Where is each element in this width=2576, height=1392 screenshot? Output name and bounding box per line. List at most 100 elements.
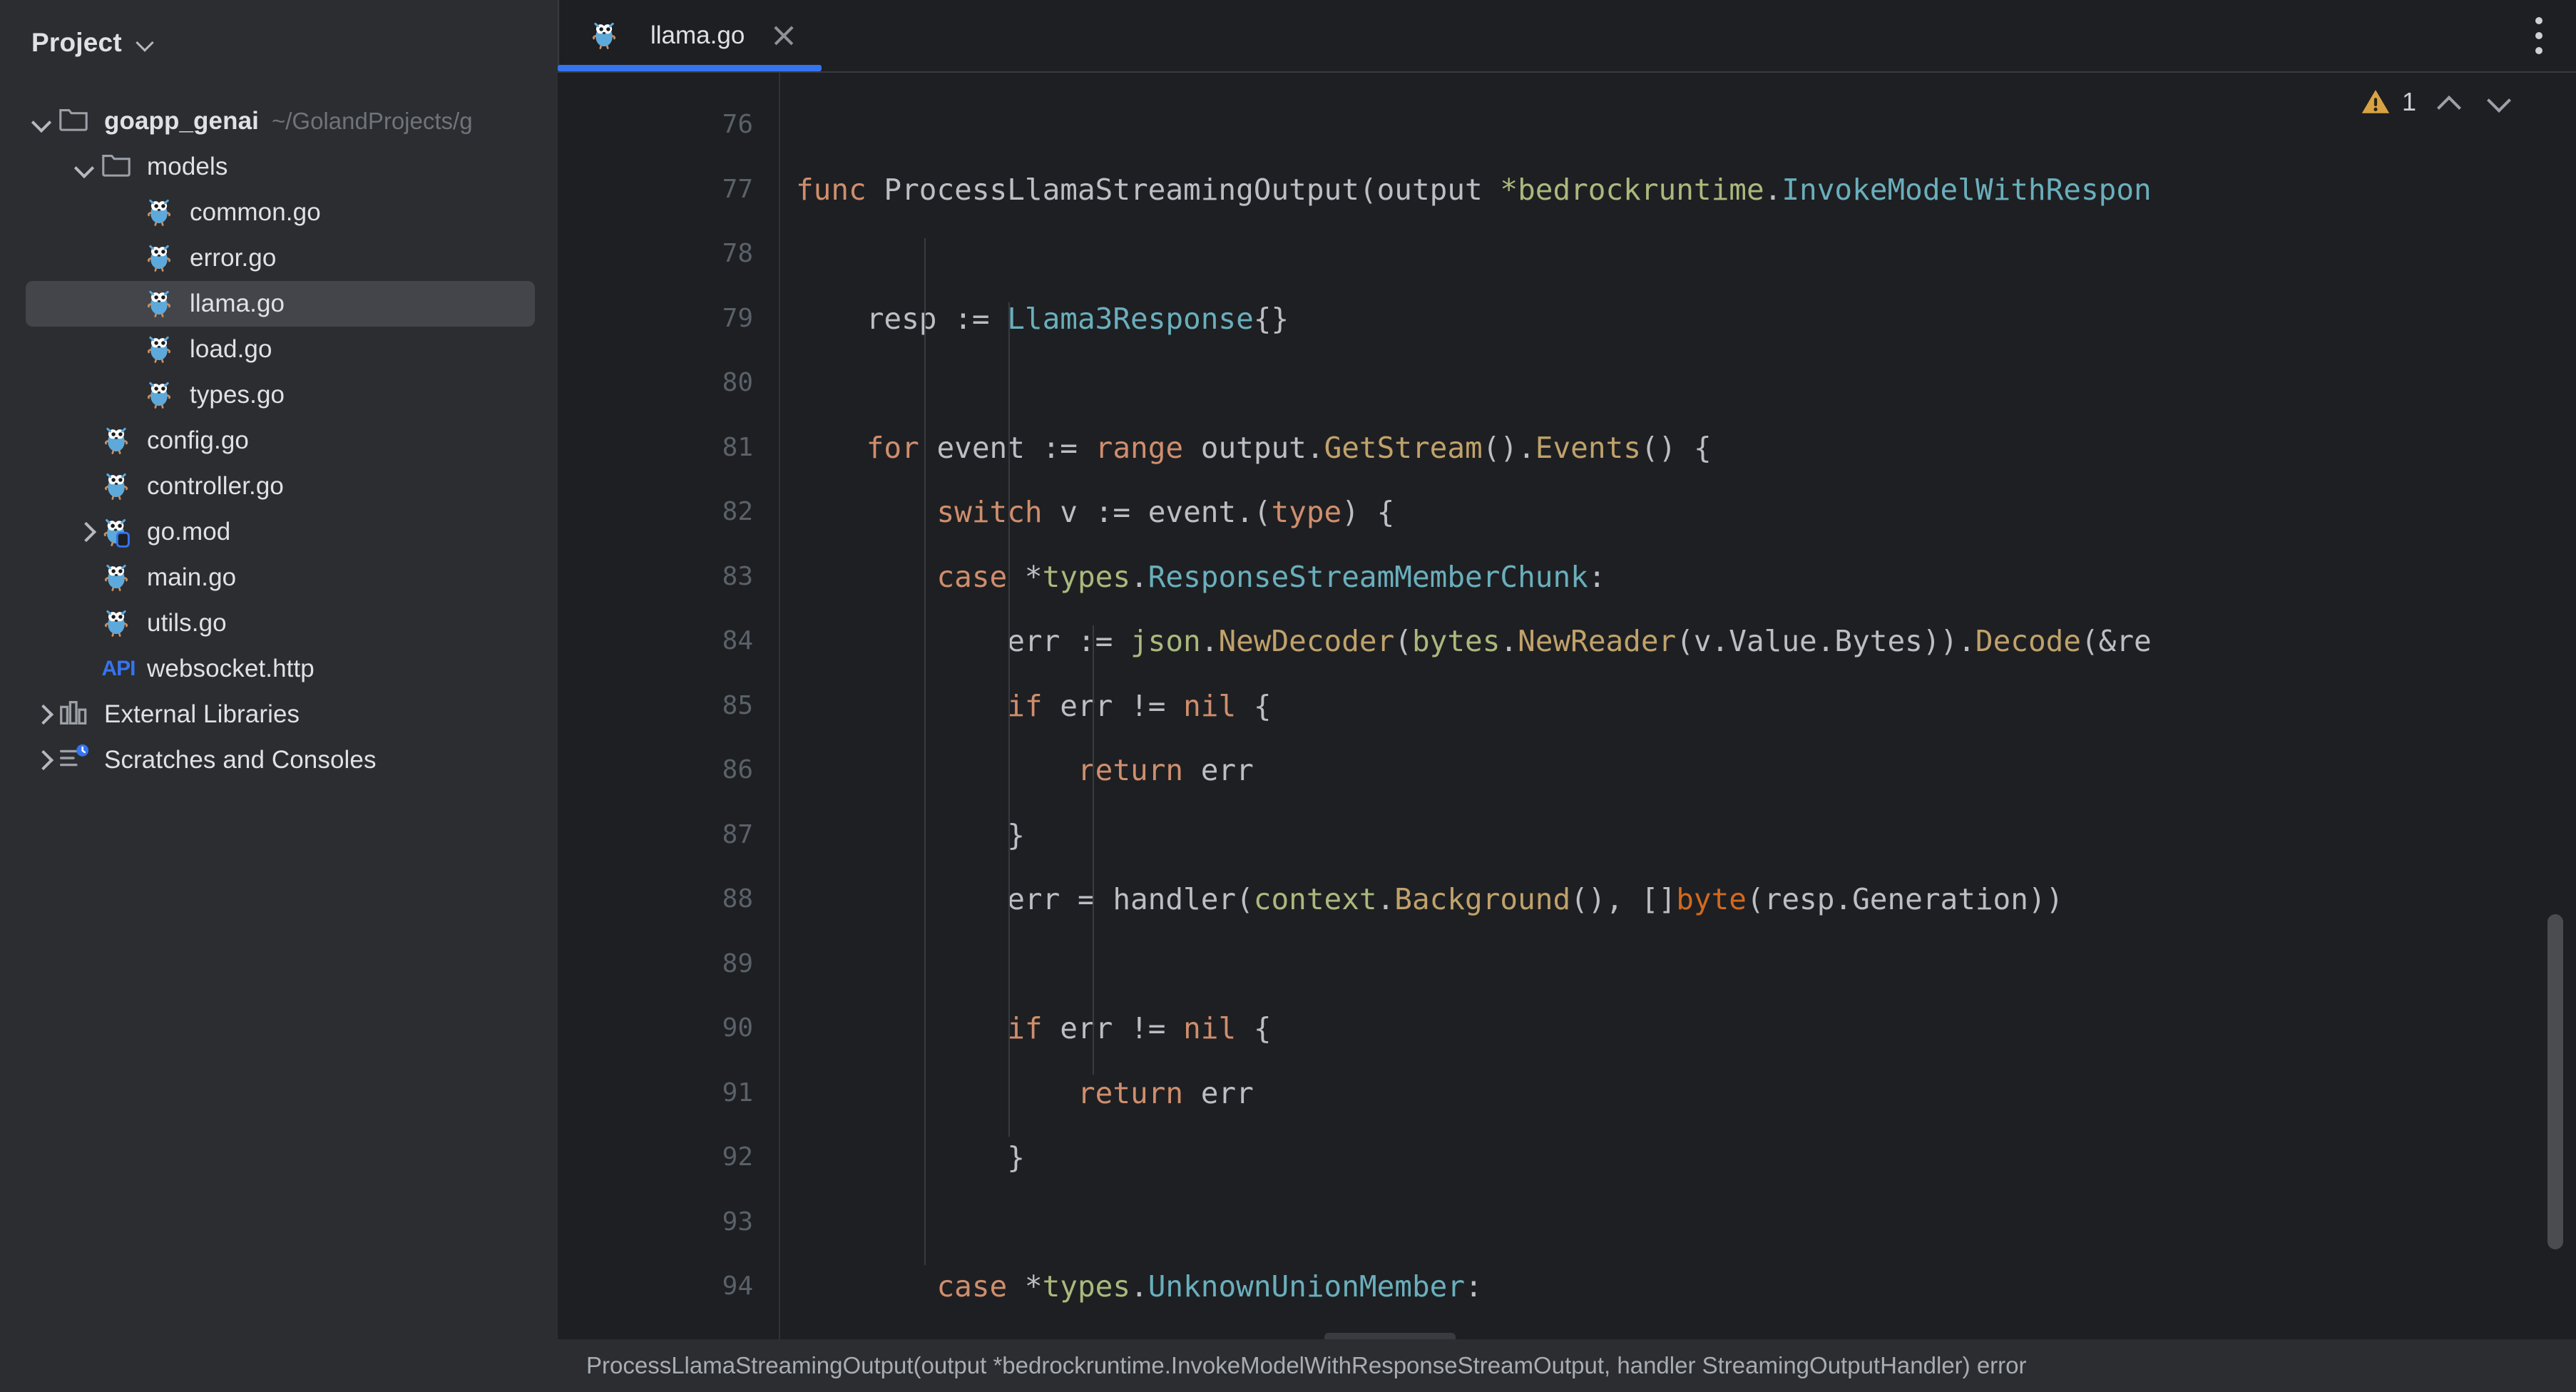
code-token: } bbox=[796, 817, 1025, 852]
more-options-icon[interactable] bbox=[2533, 17, 2545, 54]
chevron-up-icon[interactable] bbox=[2435, 86, 2466, 118]
tree-item-models[interactable]: models bbox=[0, 144, 558, 190]
go-mod-icon bbox=[100, 513, 137, 551]
code-line[interactable]: err = handler(context.Background(), []by… bbox=[780, 867, 2576, 932]
chevron-down-icon[interactable] bbox=[2485, 86, 2516, 118]
go-file-icon bbox=[143, 285, 180, 322]
code-token: json bbox=[1130, 624, 1201, 658]
tree-item-label: llama.go bbox=[190, 290, 285, 317]
code-line[interactable] bbox=[780, 222, 2576, 287]
goland-window: Project goapp_genai ~/GolandProjects/g mod… bbox=[0, 0, 2576, 1392]
line-number: 86 bbox=[722, 755, 753, 784]
chevron-right-icon[interactable] bbox=[26, 692, 57, 737]
tree-item-external-libraries[interactable]: External Libraries bbox=[0, 692, 558, 737]
code-editor[interactable]: 76 77 78 79 80 81 82 83 84 85 86 87 88 89 90 91 92 93 94 95… bbox=[558, 71, 2576, 1339]
tree-item-path: ~/GolandProjects/g bbox=[271, 108, 473, 134]
code-token: . bbox=[1130, 559, 1148, 594]
tree-item-label: External Libraries bbox=[104, 700, 300, 728]
code-line[interactable]: return fmt.Errorf(format: "unknown tag: … bbox=[780, 1319, 2576, 1340]
line-number: 92 bbox=[722, 1142, 753, 1172]
code-token: err bbox=[1183, 1075, 1254, 1110]
code-token: ( bbox=[1307, 1334, 1324, 1340]
tree-item-websocket-http[interactable]: API websocket.http bbox=[0, 646, 558, 692]
chevron-down-icon[interactable] bbox=[26, 98, 57, 144]
code-line[interactable]: switch v := event.(type) { bbox=[780, 480, 2576, 545]
code-line[interactable]: for event := range output.GetStream().Ev… bbox=[780, 416, 2576, 481]
code-token: err = handler( bbox=[796, 882, 1254, 916]
code-token: . bbox=[1764, 172, 1782, 207]
inspections-widget[interactable]: 1 bbox=[2359, 86, 2516, 118]
code-line[interactable]: func ProcessLlamaStreamingOutput(output … bbox=[780, 158, 2576, 222]
chevron-down-icon[interactable] bbox=[68, 144, 100, 190]
code-token: GetStream bbox=[1324, 430, 1483, 465]
warning-indicator[interactable]: 1 bbox=[2359, 86, 2416, 118]
chevron-right-icon[interactable] bbox=[26, 737, 57, 783]
vertical-scrollbar[interactable] bbox=[2547, 914, 2563, 1249]
tree-item-scratches-and-consoles[interactable]: Scratches and Consoles bbox=[0, 737, 558, 783]
code-token: { bbox=[1236, 688, 1272, 723]
chevron-down-icon[interactable] bbox=[136, 34, 155, 52]
project-panel-title: Project bbox=[31, 28, 122, 57]
tree-item-config-go[interactable]: config.go bbox=[0, 418, 558, 464]
line-number: 90 bbox=[722, 1013, 753, 1043]
code-token: , v.Tag) bbox=[1773, 1334, 1913, 1340]
code-token: err bbox=[1183, 753, 1254, 787]
code-line[interactable]: if err != nil { bbox=[780, 996, 2576, 1061]
code-line[interactable] bbox=[780, 932, 2576, 997]
code-line[interactable]: return err bbox=[780, 738, 2576, 803]
code-token: . bbox=[1376, 882, 1395, 916]
code-token: Errorf bbox=[1201, 1334, 1307, 1340]
code-line[interactable]: } bbox=[780, 803, 2576, 868]
code-token: if bbox=[1007, 1011, 1043, 1045]
code-token: ( bbox=[1394, 624, 1412, 658]
go-file-icon bbox=[588, 17, 625, 54]
chevron-right-icon[interactable] bbox=[68, 509, 100, 555]
go-file-icon bbox=[100, 605, 137, 642]
tree-item-llama-go[interactable]: llama.go bbox=[26, 281, 535, 327]
tree-item-load-go[interactable]: load.go bbox=[0, 327, 558, 372]
code-line[interactable]: case *types.ResponseStreamMemberChunk: bbox=[780, 545, 2576, 610]
tree-item-common-go[interactable]: common.go bbox=[0, 190, 558, 235]
close-icon[interactable] bbox=[770, 22, 797, 49]
line-number-gutter: 76 77 78 79 80 81 82 83 84 85 86 87 88 89 90 91 92 93 94 95 bbox=[558, 73, 779, 1339]
code-line[interactable] bbox=[780, 351, 2576, 416]
code-line[interactable]: return err bbox=[780, 1061, 2576, 1126]
code-token: case bbox=[936, 1269, 1008, 1304]
tree-item-controller-go[interactable]: controller.go bbox=[0, 464, 558, 509]
code-line[interactable]: if err != nil { bbox=[780, 674, 2576, 739]
code-line[interactable]: err := json.NewDecoder(bytes.NewReader(v… bbox=[780, 609, 2576, 674]
libraries-icon bbox=[57, 696, 94, 733]
go-file-icon bbox=[100, 468, 137, 505]
tab-llama-go[interactable]: llama.go bbox=[558, 0, 826, 71]
tree-item-go-mod[interactable]: go.mod bbox=[0, 509, 558, 555]
tree-item-error-go[interactable]: error.go bbox=[0, 235, 558, 281]
code-line[interactable] bbox=[780, 93, 2576, 158]
line-number: 88 bbox=[722, 884, 753, 914]
tree-item-utils-go[interactable]: utils.go bbox=[0, 600, 558, 646]
project-tool-window-header[interactable]: Project bbox=[0, 0, 558, 86]
tree-item-label: load.go bbox=[190, 335, 272, 363]
editor-tabbar: llama.go bbox=[558, 0, 2576, 71]
tree-item-types-go[interactable]: types.go bbox=[0, 372, 558, 418]
code-line[interactable]: resp := Llama3Response{} bbox=[780, 287, 2576, 352]
tree-item-main-go[interactable]: main.go bbox=[0, 555, 558, 600]
tree-item-label: types.go bbox=[190, 381, 285, 409]
tree-item-label: config.go bbox=[147, 426, 249, 454]
code-token: * bbox=[1007, 559, 1043, 594]
code-token: resp := bbox=[796, 301, 1008, 336]
code-line[interactable]: } bbox=[780, 1125, 2576, 1190]
code-text-area[interactable]: func ProcessLlamaStreamingOutput(output … bbox=[779, 73, 2576, 1339]
project-file-tree[interactable]: goapp_genai ~/GolandProjects/g models commo… bbox=[0, 86, 558, 783]
code-line[interactable] bbox=[780, 1190, 2576, 1255]
code-line[interactable]: case *types.UnknownUnionMember: bbox=[780, 1254, 2576, 1319]
line-number: 91 bbox=[722, 1078, 753, 1107]
tree-item-goapp-genai[interactable]: goapp_genai ~/GolandProjects/g bbox=[0, 98, 558, 144]
project-sidebar: Project goapp_genai ~/GolandProjects/g mod… bbox=[0, 0, 558, 1339]
